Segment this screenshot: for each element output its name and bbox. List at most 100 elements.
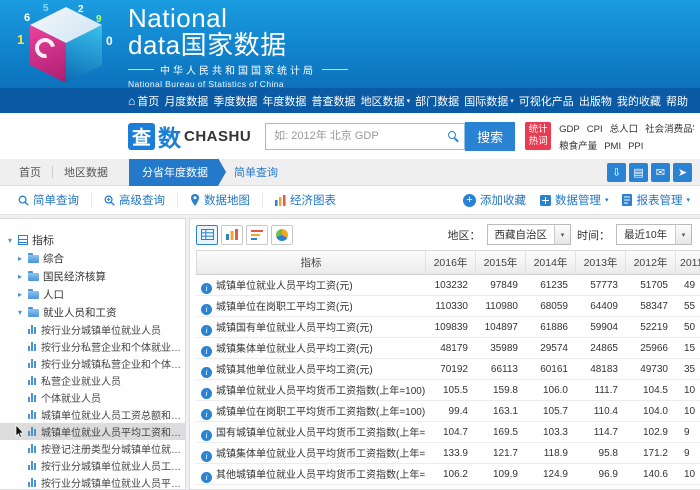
tab-advanced-query[interactable]: 高级查询 [92, 193, 178, 208]
value-cell: 10 [676, 464, 700, 485]
sidebar-category[interactable]: ▾ 就业人员和工资 [0, 303, 185, 321]
tab-data-map[interactable]: 数据地图 [178, 193, 263, 208]
table-row[interactable]: i其他城镇单位就业人员平均货币工资指数(上年=100) 106.2109.912… [196, 464, 700, 485]
nav-item[interactable]: 可视化产品 [519, 93, 574, 109]
tree-root-indicators[interactable]: ▾ 指标 [0, 231, 185, 249]
pie-chart-view-button[interactable] [271, 225, 293, 245]
table-row[interactable]: i城镇单位就业人员平均货币工资指数(上年=100) 105.5159.8106.… [196, 380, 700, 401]
value-cell: 109.9 [476, 464, 526, 485]
nav-item[interactable]: 部门数据 [415, 93, 459, 109]
hot-word[interactable]: 粮食产量 [559, 141, 597, 152]
nav-item[interactable]: 我的收藏 [617, 93, 661, 109]
sidebar-category[interactable]: ▸ 人口 [0, 285, 185, 303]
mail-button[interactable]: ✉ [651, 163, 670, 182]
nav-item[interactable]: 月度数据 [164, 93, 208, 109]
hot-word[interactable]: PMI [604, 141, 621, 152]
report-manage-menu[interactable]: 报表管理 ▾ [622, 192, 690, 208]
tree-leaf-label: 私营企业就业人员 [41, 373, 183, 388]
nav-item-label: 部门数据 [415, 93, 459, 109]
tab-economic-charts[interactable]: 经济图表 [263, 193, 348, 208]
info-icon[interactable]: i [201, 388, 212, 399]
sidebar-indicator-item[interactable]: 个体就业人员 [0, 389, 185, 406]
table-row[interactable]: i城镇集体单位就业人员平均货币工资指数(上年=100) 133.9121.711… [196, 443, 700, 464]
table-row[interactable]: i城镇单位在岗职工平均货币工资指数(上年=100) 99.4163.1105.7… [196, 401, 700, 422]
sidebar-category[interactable]: ▸ 国民经济核算 [0, 267, 185, 285]
nav-item[interactable]: ⌂ 首页 [128, 93, 159, 109]
value-cell: 101.2 [626, 485, 676, 490]
chashu-logo-shu: 数 [158, 119, 181, 153]
folder-icon [28, 309, 39, 317]
table-row[interactable]: i城镇单位就业人员平均实际工资指数(上年=100) 102.2157.4103.… [196, 485, 700, 490]
sort-view-button[interactable] [246, 225, 268, 245]
search-icon[interactable] [448, 131, 456, 139]
nav-item[interactable]: 季度数据 [213, 93, 257, 109]
column-header: 指标 [196, 250, 426, 275]
sidebar-indicator-item[interactable]: 按行业分城镇单位就业人员 [0, 321, 185, 338]
nav-item[interactable]: 国际数据 ▾ [464, 93, 514, 109]
download-button[interactable]: ⇩ [607, 163, 626, 182]
add-favorite-button[interactable]: + 添加收藏 [463, 192, 526, 208]
table-row[interactable]: i国有城镇单位就业人员平均货币工资指数(上年=100) 104.7169.510… [196, 422, 700, 443]
table-view-button[interactable] [196, 225, 218, 245]
nav-item[interactable]: 普查数据 [312, 93, 356, 109]
tree-leaf-label: 城镇单位就业人员工资总额和指数 [41, 407, 183, 422]
info-icon[interactable]: i [201, 451, 212, 462]
search-input[interactable] [265, 123, 465, 150]
print-button[interactable]: ▤ [629, 163, 648, 182]
sidebar-indicator-item[interactable]: 按行业分城镇私营企业和个体就业人员 [0, 355, 185, 372]
folder-icon [28, 291, 39, 299]
nav-item[interactable]: 出版物 [579, 93, 612, 109]
hot-word[interactable]: PPI [628, 141, 643, 152]
time-select[interactable]: 最近10年 ▾ [616, 224, 692, 245]
hot-word[interactable]: 社会消费品零售总额 [645, 124, 694, 135]
bar-chart-view-button[interactable] [221, 225, 243, 245]
breadcrumb-home[interactable]: 首页 [8, 164, 52, 180]
hot-word[interactable]: 总人口 [610, 124, 639, 135]
value-cell: 171.2 [626, 443, 676, 464]
table-row[interactable]: i城镇集体单位就业人员平均工资(元) 481793598929574248652… [196, 338, 700, 359]
value-cell: 29574 [526, 338, 576, 359]
info-icon[interactable]: i [201, 472, 212, 483]
nav-item-label: 帮助 [666, 93, 688, 109]
share-button[interactable]: ➤ [673, 163, 692, 182]
sidebar-indicator-item[interactable]: 城镇单位就业人员平均工资和指数 [0, 423, 185, 440]
hot-word[interactable]: CPI [587, 124, 603, 135]
table-row[interactable]: i城镇国有单位就业人员平均工资(元) 109839104897618865990… [196, 317, 700, 338]
sidebar-category[interactable]: ▸ 综合 [0, 249, 185, 267]
sidebar-indicator-item[interactable]: 按行业分私营企业和个体就业人员 [0, 338, 185, 355]
sidebar-indicator-item[interactable]: 按行业分城镇单位就业人员工资总额 [0, 457, 185, 474]
breadcrumb-simple-query[interactable]: 简单查询 [234, 164, 278, 180]
hot-word[interactable]: GDP [559, 124, 580, 135]
table-row[interactable]: i城镇单位就业人员平均工资(元) 10323297849612355777351… [196, 275, 700, 296]
nav-item[interactable]: 帮助 [666, 93, 688, 109]
site-brand: National data国家数据 中华人民共和国国家统计局 National … [128, 5, 348, 88]
tab-simple-query[interactable]: 简单查询 [6, 193, 92, 208]
info-icon[interactable]: i [201, 367, 212, 378]
search-button[interactable]: 搜索 [465, 122, 515, 151]
sidebar-indicator-item[interactable]: 私营企业就业人员 [0, 372, 185, 389]
info-icon[interactable]: i [201, 346, 212, 357]
breadcrumb-active-tab[interactable]: 分省年度数据 [129, 159, 218, 186]
nav-item[interactable]: 年度数据 [262, 93, 306, 109]
value-cell: 96.9 [576, 464, 626, 485]
chart-icon [28, 444, 37, 453]
info-icon[interactable]: i [201, 430, 212, 441]
column-header: 2011年 [676, 250, 700, 275]
info-icon[interactable]: i [201, 409, 212, 420]
nav-item[interactable]: 地区数据 ▾ [361, 93, 411, 109]
row-label: 国有城镇单位就业人员平均货币工资指数(上年=100) [216, 428, 426, 439]
table-row[interactable]: i城镇单位在岗职工平均工资(元) 11033011098068059644095… [196, 296, 700, 317]
breadcrumb-region-data[interactable]: 地区数据 [53, 164, 119, 180]
sidebar-indicator-item[interactable]: 城镇单位就业人员工资总额和指数 [0, 406, 185, 423]
data-manage-menu[interactable]: 数据管理 ▾ [540, 192, 609, 208]
home-icon: ⌂ [128, 95, 135, 107]
value-cell: 48179 [426, 338, 476, 359]
table-row[interactable]: i城镇其他单位就业人员平均工资(元) 701926611360161481834… [196, 359, 700, 380]
info-icon[interactable]: i [201, 283, 212, 294]
region-select[interactable]: 西藏自治区 ▾ [487, 224, 572, 245]
info-icon[interactable]: i [201, 304, 212, 315]
sidebar-indicator-item[interactable]: 按登记注册类型分城镇单位就业人员 [0, 440, 185, 457]
info-icon[interactable]: i [201, 325, 212, 336]
caret-down-icon: ▾ [510, 97, 514, 105]
sidebar-indicator-item[interactable]: 按行业分城镇单位就业人员平均工资 [0, 474, 185, 490]
